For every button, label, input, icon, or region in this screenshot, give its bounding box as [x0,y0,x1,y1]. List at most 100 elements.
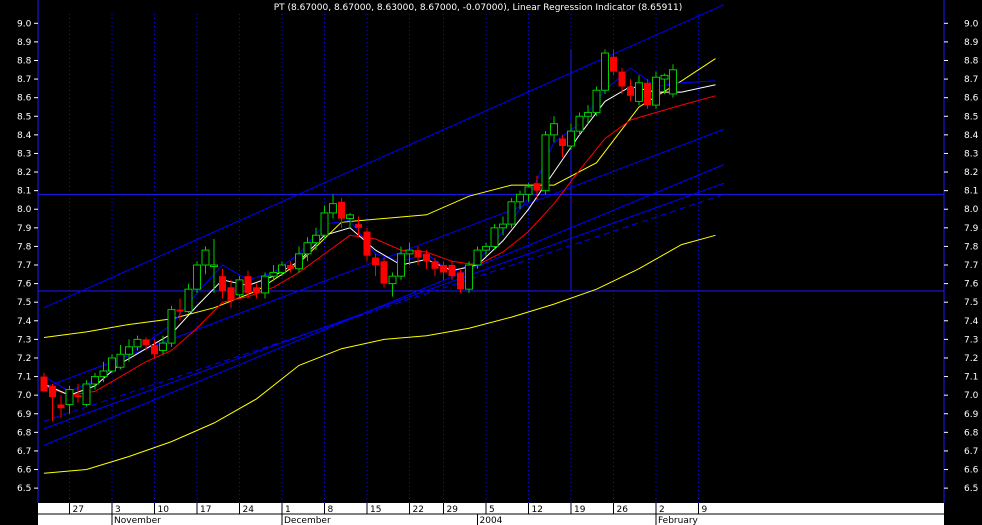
candle-body-up [193,264,201,290]
y-tick-label-right: 8.4 [964,131,979,141]
candle-body-down [559,138,566,147]
candle-body-down [40,376,48,392]
candle-body-down [57,404,65,409]
y-tick-label-left: 7.8 [17,242,32,252]
y-tick-label-right: 7.0 [964,391,979,401]
y-tick-label-left: 8.9 [17,38,32,48]
candle-body-up [499,223,507,229]
y-tick-label-left: 7.7 [17,261,31,271]
candle-body-down [644,82,651,106]
y-tick-label-left: 8.1 [17,187,31,197]
candle-body-down [176,309,184,312]
candle-body-down [618,71,626,87]
candle-body-down [253,287,260,293]
y-tick-label-right: 8.5 [964,112,978,122]
candle-body-up [482,245,490,251]
candle-body-up [133,338,142,348]
candle-body-down [414,250,422,258]
candle-body-up [592,89,601,114]
candle [193,261,201,293]
chart-window: 9.0 9.0 8.9 8.9 8.8 8.8 8.7 8.7 8.6 8.6 8.5 8.5 8.4 8… [0,0,982,525]
candle-body-up [388,275,397,285]
candle-body-down [338,201,345,219]
y-tick-label-left: 6.9 [17,410,32,420]
candle [601,49,609,94]
candle [473,246,482,269]
candle-body-up [235,279,244,296]
candle-body-up [184,288,193,312]
candle-body-down [380,261,388,284]
y-tick-label-right: 6.7 [964,447,978,457]
candle-body-up [269,271,278,277]
y-tick-label-left: 6.5 [17,484,31,494]
candle [380,257,388,288]
candle-body-up [465,264,473,290]
candle-body-down [355,224,362,228]
candle-body-up [584,112,592,117]
y-tick-label-right: 8.2 [964,168,978,178]
candle [644,79,651,109]
y-tick-label-right: 8.9 [964,38,979,48]
y-tick-label-right: 8.6 [964,94,979,104]
candle-body-down [457,272,464,290]
candle [490,224,499,251]
y-tick-label-right: 8.3 [964,149,978,159]
candle-body-up [550,123,558,136]
y-tick-label-left: 8.8 [17,56,32,66]
y-tick-label-left: 8.7 [17,75,31,85]
candle-body-up [320,212,329,236]
candle-body-up [116,353,125,368]
y-tick-label-right: 7.5 [964,298,978,308]
y-tick-label-left: 7.4 [17,317,32,327]
candle-body-up [295,253,303,270]
candle-body-up [507,201,516,225]
candle-body-up [278,264,286,273]
y-tick-label-right: 7.3 [964,335,978,345]
candle-body-down [423,253,430,262]
chart-background [0,0,982,525]
candle-body-up [346,214,354,220]
candle-body-up [65,389,74,405]
y-tick-label-left: 7.1 [17,373,31,383]
month-label: February [658,516,699,525]
y-tick-label-right: 6.8 [964,428,979,438]
y-tick-label-left: 8.3 [17,149,31,159]
candle-body-down [627,86,634,96]
y-tick-label-right: 7.6 [964,280,979,290]
candle-body-up [312,234,320,244]
y-tick-label-left: 7.5 [17,298,31,308]
candle-body-up [397,253,405,277]
candle-body-up [524,186,533,195]
candle-body-down [49,385,56,398]
candle-body-up [669,69,677,95]
candle [652,71,660,109]
y-tick-label-right: 7.9 [964,224,979,234]
candle-body-down [533,183,541,191]
candle [465,261,473,293]
y-tick-label-left: 6.6 [17,466,32,476]
y-tick-label-right: 6.5 [964,484,978,494]
candle-body-down [363,231,371,256]
y-tick-label-right: 7.2 [964,354,978,364]
y-tick-label-right: 9.0 [964,19,979,29]
candle [592,86,601,117]
candle-body-up [329,203,337,214]
candle-body-down [151,344,158,355]
candle [167,305,176,347]
candle-body-up [490,227,499,247]
candle-body-down [227,287,235,301]
candle-body-down [440,265,447,273]
y-tick-label-right: 6.9 [964,410,979,420]
y-tick-label-left: 6.8 [17,428,32,438]
y-tick-label-right: 7.4 [964,317,979,327]
y-tick-label-left: 6.7 [17,447,31,457]
month-label: December [284,516,331,525]
chart-title: PT (8.67000, 8.67000, 8.63000, 8.67000, … [274,3,683,13]
y-tick-label-left: 8.6 [17,94,32,104]
y-tick-label-right: 7.1 [964,373,978,383]
candle-body-up [167,309,176,344]
month-label: November [114,516,161,525]
candle-body-up [541,134,550,192]
y-tick-label-right: 8.0 [964,205,979,215]
candle-body-up [652,76,660,106]
